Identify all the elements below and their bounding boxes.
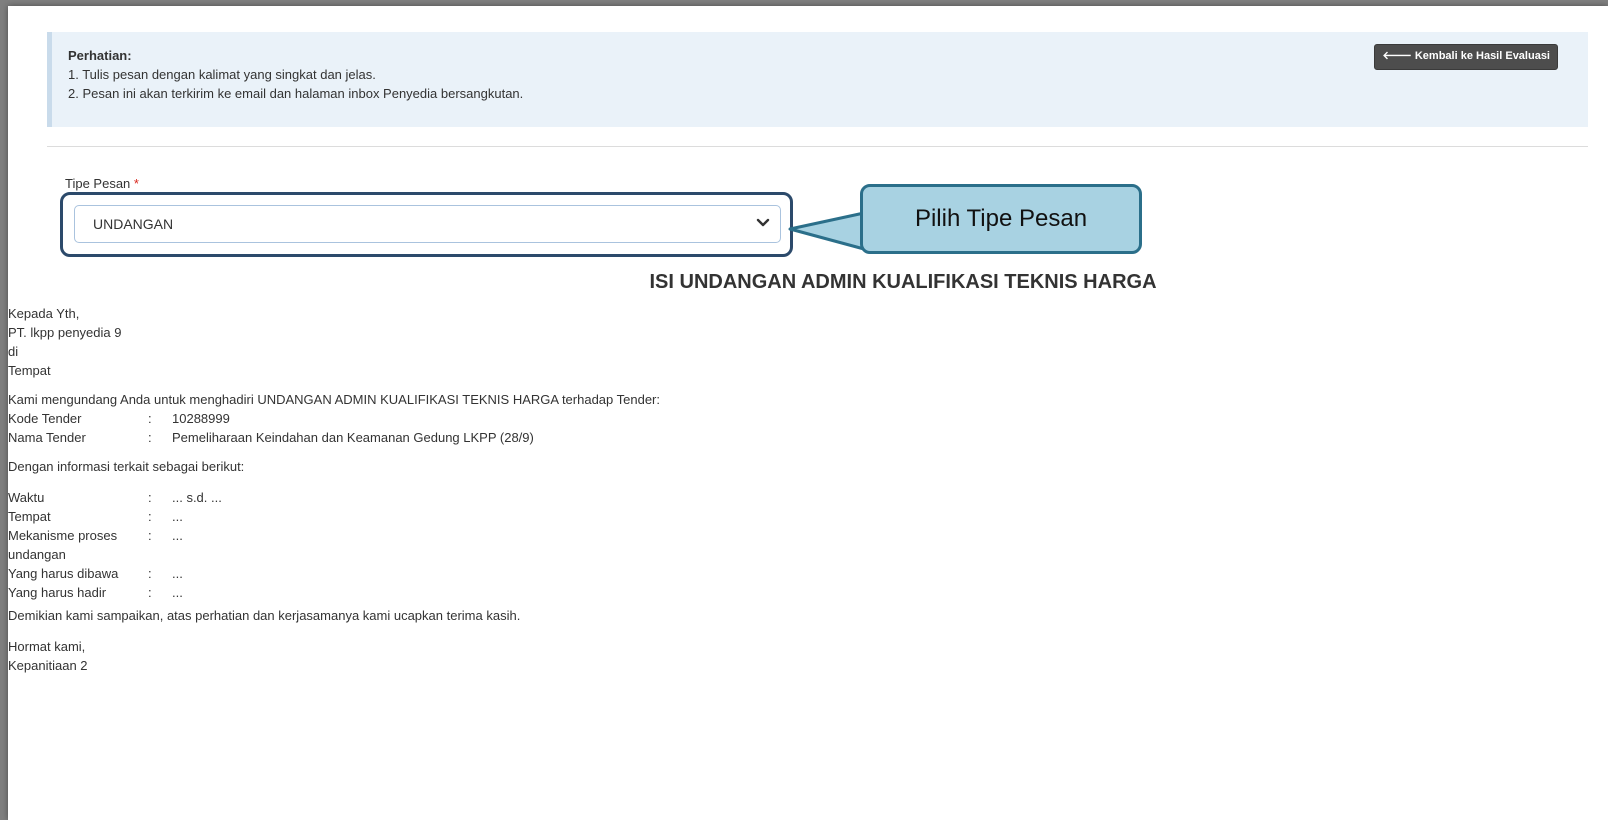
- callout-pointer: [788, 211, 866, 251]
- dibawa-label: Yang harus dibawa: [8, 566, 119, 581]
- addressee-di: di: [8, 344, 19, 359]
- colon: :: [148, 430, 152, 445]
- back-to-evaluation-button[interactable]: 🡐 Kembali ke Hasil Evaluasi: [1374, 44, 1558, 70]
- colon: :: [148, 490, 152, 505]
- attention-alert: Perhatian: 1. Tulis pesan dengan kalimat…: [47, 32, 1588, 127]
- kode-tender-label: Kode Tender: [8, 411, 82, 426]
- required-mark: *: [133, 176, 139, 191]
- dibawa-row: Yang harus dibawa : ...: [8, 564, 660, 583]
- colon: :: [148, 566, 152, 581]
- chevron-down-icon: [756, 218, 770, 227]
- addressee-place: Tempat: [8, 363, 51, 378]
- alert-title: Perhatian:: [68, 48, 132, 63]
- mekanisme-row: Mekanisme proses undangan : ...: [8, 526, 660, 564]
- mekanisme-value: ...: [172, 528, 183, 543]
- nama-tender-label: Nama Tender: [8, 430, 86, 445]
- kode-tender-value: 10288999: [172, 411, 230, 426]
- alert-line-1: 1. Tulis pesan dengan kalimat yang singk…: [68, 67, 376, 82]
- addressee-name: PT. lkpp penyedia 9: [8, 325, 122, 340]
- mekanisme-label: Mekanisme proses undangan: [8, 526, 148, 564]
- nama-tender-value: Pemeliharaan Keindahan dan Keamanan Gedu…: [172, 430, 534, 445]
- colon: :: [148, 528, 152, 543]
- dibawa-value: ...: [172, 566, 183, 581]
- letter-body: Kepada Yth, PT. lkpp penyedia 9 di Tempa…: [8, 304, 660, 675]
- waktu-label: Waktu: [8, 490, 45, 505]
- page-frame: Perhatian: 1. Tulis pesan dengan kalimat…: [8, 6, 1608, 820]
- mekanisme-label-line-1: Mekanisme proses: [8, 528, 118, 543]
- info-intro: Dengan informasi terkait sebagai berikut…: [8, 459, 245, 474]
- alert-line-2: 2. Pesan ini akan terkirim ke email dan …: [68, 86, 524, 101]
- colon: :: [148, 411, 152, 426]
- colon: :: [148, 585, 152, 600]
- waktu-value: ... s.d. ...: [172, 490, 222, 505]
- signature-line-1: Hormat kami,: [8, 639, 86, 654]
- tempat-row: Tempat : ...: [8, 507, 660, 526]
- tempat-label: Tempat: [8, 509, 51, 524]
- tipe-pesan-label-text: Tipe Pesan: [65, 176, 131, 191]
- hadir-value: ...: [172, 585, 183, 600]
- divider: [47, 146, 1588, 147]
- intro-text: Kami mengundang Anda untuk menghadiri UN…: [8, 392, 660, 407]
- closing-text: Demikian kami sampaikan, atas perhatian …: [8, 608, 521, 623]
- kode-tender-row: Kode Tender : 10288999: [8, 409, 660, 428]
- highlight-box: UNDANGAN: [60, 192, 793, 257]
- tipe-pesan-value: UNDANGAN: [93, 216, 174, 232]
- colon: :: [148, 509, 152, 524]
- addressee-line: Kepada Yth,: [8, 306, 80, 321]
- tipe-pesan-select[interactable]: UNDANGAN: [74, 205, 781, 243]
- tempat-value: ...: [172, 509, 183, 524]
- waktu-row: Waktu : ... s.d. ...: [8, 488, 660, 507]
- letter-heading: ISI UNDANGAN ADMIN KUALIFIKASI TEKNIS HA…: [649, 271, 1157, 293]
- instruction-callout: Pilih Tipe Pesan: [860, 184, 1142, 254]
- signature-line-2: Kepanitiaan 2: [8, 658, 88, 673]
- tipe-pesan-label: Tipe Pesan *: [65, 176, 139, 191]
- hadir-row: Yang harus hadir : ...: [8, 583, 660, 602]
- nama-tender-row: Nama Tender : Pemeliharaan Keindahan dan…: [8, 428, 660, 447]
- hadir-label: Yang harus hadir: [8, 585, 107, 600]
- callout-text: Pilih Tipe Pesan: [914, 205, 1088, 232]
- mekanisme-label-line-2: undangan: [8, 547, 66, 562]
